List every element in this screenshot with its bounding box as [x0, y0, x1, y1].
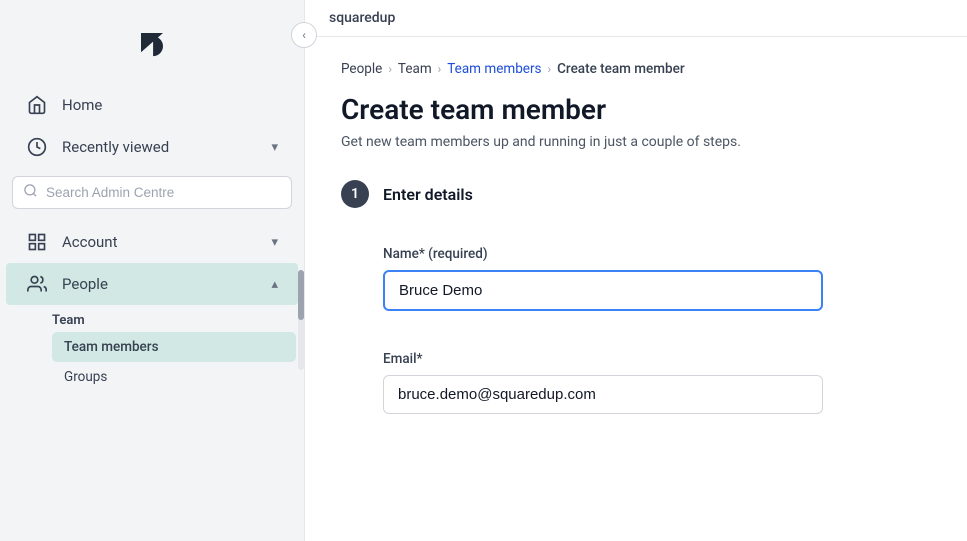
main-content: squaredup People › Team › Team members ›…: [305, 0, 967, 541]
chevron-left-icon: ‹: [302, 28, 306, 42]
name-input[interactable]: [383, 270, 823, 311]
scrollbar-track: [298, 270, 304, 370]
top-bar: squaredup: [305, 0, 967, 37]
step-1-section: 1 Enter details Name* (required) Email*: [341, 180, 931, 434]
sidebar-item-home[interactable]: Home: [6, 84, 298, 126]
step-1-badge: 1: [341, 180, 369, 208]
chevron-account-icon: ▾: [271, 235, 278, 250]
team-section-label: Team: [52, 305, 304, 332]
sidebar-item-recently-viewed[interactable]: Recently viewed ▾: [6, 126, 298, 168]
sidebar: Home Recently viewed ▾: [0, 0, 305, 541]
search-icon: [23, 183, 38, 202]
sidebar-item-groups[interactable]: Groups: [52, 362, 296, 392]
chevron-people-icon: ▴: [271, 277, 278, 292]
breadcrumb-sep-1: ›: [388, 62, 392, 76]
email-input[interactable]: [383, 375, 823, 414]
sidebar-item-people[interactable]: People ▴: [6, 263, 298, 305]
step-1-header: 1 Enter details: [341, 180, 931, 208]
sidebar-item-team-members[interactable]: Team members: [52, 332, 296, 362]
breadcrumb-people[interactable]: People: [341, 61, 382, 77]
home-icon: [26, 94, 48, 116]
step-1-title: Enter details: [383, 185, 473, 204]
breadcrumb-sep-3: ›: [548, 62, 552, 76]
sidebar-logo: [0, 0, 304, 84]
search-wrapper: [12, 176, 292, 209]
email-label: Email*: [383, 351, 931, 367]
sidebar-item-home-label: Home: [62, 96, 102, 114]
page-subtitle: Get new team members up and running in j…: [341, 134, 931, 150]
search-container: [12, 176, 292, 209]
sidebar-item-recently-viewed-label: Recently viewed: [62, 138, 169, 156]
page-title: Create team member: [341, 93, 931, 126]
chevron-down-icon: ▾: [271, 140, 278, 155]
name-form-group: Name* (required): [341, 246, 931, 311]
clock-icon: [26, 136, 48, 158]
people-icon: [26, 273, 48, 295]
sidebar-item-account[interactable]: Account ▾: [6, 221, 298, 263]
breadcrumb: People › Team › Team members › Create te…: [341, 61, 931, 77]
sidebar-item-account-label: Account: [62, 233, 118, 251]
app-name: squaredup: [329, 10, 395, 26]
breadcrumb-sep-2: ›: [438, 62, 442, 76]
sidebar-collapse-button[interactable]: ‹: [291, 22, 317, 48]
scrollbar-thumb[interactable]: [298, 270, 304, 320]
breadcrumb-team-members[interactable]: Team members: [447, 61, 541, 77]
account-icon: [26, 231, 48, 253]
content-area: People › Team › Team members › Create te…: [305, 37, 967, 541]
breadcrumb-current: Create team member: [557, 61, 685, 77]
breadcrumb-team[interactable]: Team: [398, 61, 432, 77]
email-form-group: Email*: [341, 351, 931, 414]
search-input[interactable]: [46, 185, 281, 200]
people-submenu: Team Team members Groups: [0, 305, 304, 392]
name-label: Name* (required): [383, 246, 931, 262]
sidebar-item-people-label: People: [62, 275, 108, 293]
